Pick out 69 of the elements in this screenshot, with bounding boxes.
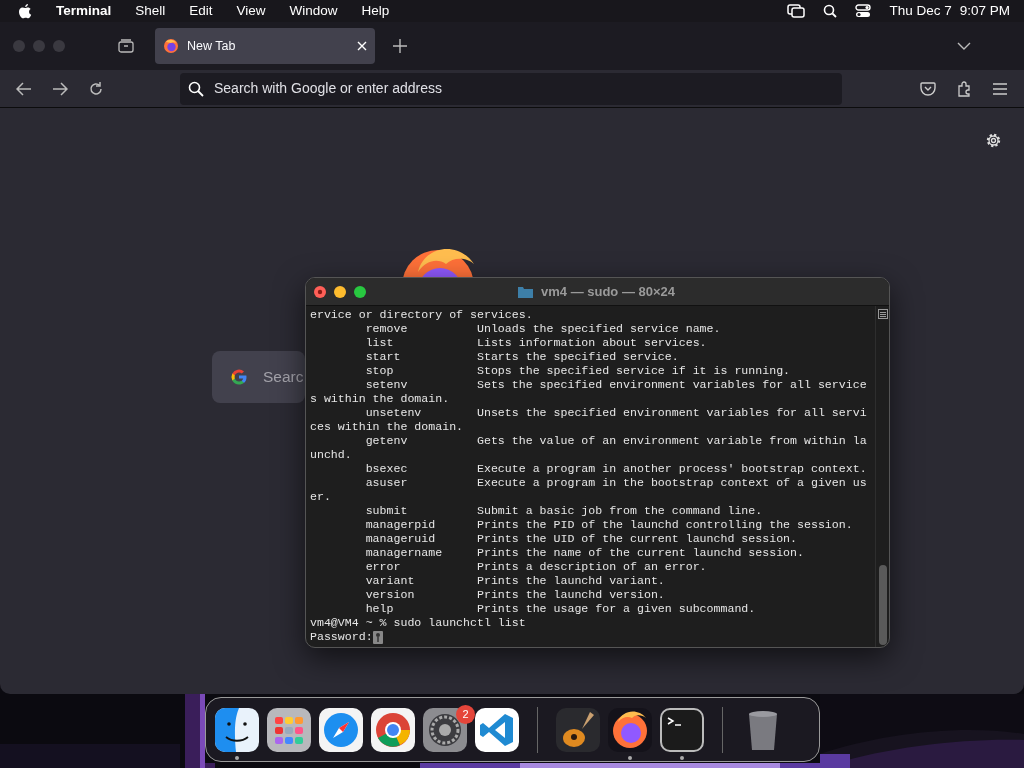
scrollbar-thumb[interactable] (878, 565, 887, 645)
terminal-line: unchd. (310, 448, 353, 462)
app-grid-icon[interactable] (267, 707, 311, 752)
search-icon[interactable] (823, 4, 838, 18)
guitar-icon[interactable] (556, 707, 600, 752)
compass-icon[interactable] (319, 707, 363, 752)
close-icon[interactable] (357, 41, 367, 51)
terminal-line: managerpid Prints the PID of the launchd controlling the session. (364, 518, 854, 532)
screen-mirroring-icon[interactable] (787, 4, 806, 18)
terminal-line: vm4@VM4 ~ % sudo launchctl list (310, 616, 527, 630)
window-title: vm4 — sudo — 80×24 (541, 282, 676, 301)
notification-badge: 2 (456, 704, 475, 724)
terminal-line: er. (310, 490, 332, 504)
settings-icon[interactable] (985, 132, 1002, 149)
terminal-line: unsetenv Unsets the specified environment variables for all servi (364, 406, 868, 420)
terminal-line: help Prints the usage for a given subcommand. (364, 602, 757, 616)
terminal-line: setenv Sets the specified environment variables for all service (364, 378, 868, 392)
terminal-line: asuser Execute a program in the bootstrap context of a given us (364, 476, 868, 490)
terminal-line: start Starts the specified service. (364, 350, 680, 364)
finder-icon[interactable] (215, 707, 259, 752)
menu-item[interactable]: Shell (135, 0, 166, 22)
scroll-marks-icon[interactable] (877, 309, 888, 319)
menu-item[interactable]: Window (289, 0, 338, 22)
back-icon[interactable] (16, 81, 32, 96)
key-cursor-icon (372, 630, 383, 644)
terminal-icon[interactable] (660, 707, 704, 752)
extensions-icon[interactable] (956, 80, 972, 97)
firefox-icon (163, 38, 179, 54)
terminal-line: manageruid Prints the UID of the current launchd session. (364, 532, 799, 546)
chevron-down-icon[interactable] (957, 42, 971, 50)
time-text[interactable]: 9:07 PM (959, 0, 1010, 22)
menu-item[interactable]: Help (361, 0, 390, 22)
terminal-line: error Prints a description of an error. (364, 560, 708, 574)
terminal-line: version Prints the launchd version. (364, 588, 666, 602)
date-text[interactable]: Thu Dec 7 (889, 0, 952, 22)
terminal-line: ervice or directory of services. (310, 308, 534, 322)
terminal-line: remove Unloads the specified service name. (364, 322, 722, 336)
search-bar[interactable]: Searc (212, 351, 305, 403)
app-menu[interactable]: Terminal (56, 0, 112, 22)
search-icon (188, 80, 204, 97)
terminal-line: bsexec Execute a program in another process' bootstrap context. (364, 462, 868, 476)
menu-icon[interactable] (993, 82, 1007, 95)
terminal-line: submit Submit a basic job from the command line. (364, 504, 764, 518)
terminal-line: managername Prints the name of the current launchd session. (364, 546, 805, 560)
address-bar[interactable]: Search with Google or enter address (180, 72, 842, 105)
menu-item[interactable]: View (236, 0, 266, 22)
window-controls[interactable] (314, 285, 366, 298)
menu-item[interactable]: Edit (189, 0, 213, 22)
terminal-line: ces within the domain. (310, 420, 465, 434)
firefox-icon[interactable] (608, 707, 652, 752)
gear-icon[interactable] (423, 707, 467, 752)
terminal-line: stop Stops the specified service if it is running. (364, 364, 792, 378)
search-field[interactable]: Searc (261, 364, 305, 390)
control-center-icon[interactable] (855, 4, 872, 18)
apple-icon[interactable] (18, 3, 32, 19)
terminal-line: s within the domain. (310, 392, 451, 406)
pocket-icon[interactable] (920, 81, 936, 96)
new-tab-icon[interactable] (393, 39, 407, 53)
reload-icon[interactable] (88, 80, 104, 97)
terminal-line: variant Prints the launchd variant. (364, 574, 666, 588)
browser-tab[interactable]: New Tab (155, 28, 375, 64)
terminal-line: getenv Gets the value of an environment variable from within la (364, 434, 868, 448)
terminal-line: list Lists information about services. (364, 336, 708, 350)
password-prompt: Password: (310, 630, 373, 644)
tab-manager-icon[interactable] (118, 39, 134, 53)
chrome-icon[interactable] (371, 707, 415, 752)
folder-icon (518, 285, 533, 298)
vscode-icon[interactable] (475, 707, 519, 752)
forward-icon[interactable] (52, 81, 68, 96)
